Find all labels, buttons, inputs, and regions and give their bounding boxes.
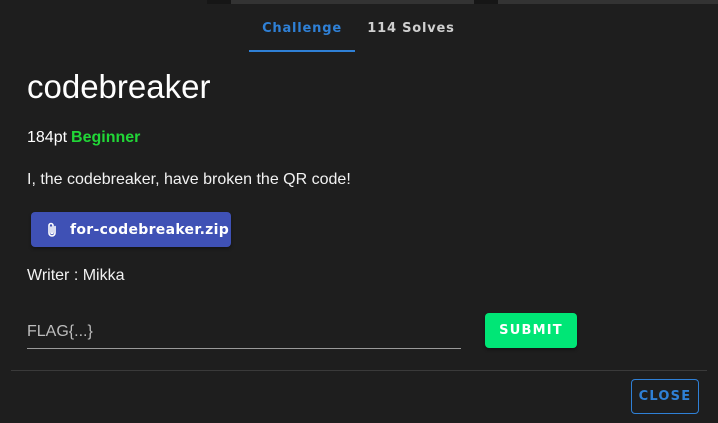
difficulty-badge: Beginner (71, 129, 141, 146)
paperclip-icon (45, 222, 59, 238)
backdrop-strip (498, 0, 718, 4)
dialog-divider (11, 370, 707, 371)
attachment-download-button[interactable]: for-codebreaker.zip (31, 212, 231, 247)
attachment-label: for-codebreaker.zip (70, 221, 230, 238)
flag-field (27, 316, 461, 349)
challenge-dialog: Challenge 114 Solves codebreaker 184pt Be… (0, 0, 718, 423)
tab-solves[interactable]: 114 Solves (355, 4, 467, 52)
close-button[interactable]: CLOSE (631, 379, 699, 414)
challenge-title: codebreaker (27, 68, 211, 105)
challenge-writer: Writer : Mikka (27, 267, 125, 284)
challenge-description: I, the codebreaker, have broken the QR c… (27, 171, 351, 188)
challenge-points: 184pt (27, 129, 68, 146)
challenge-meta: 184pt Beginner (27, 129, 140, 147)
tab-challenge[interactable]: Challenge (249, 4, 355, 52)
flag-input[interactable] (27, 316, 461, 348)
backdrop-strip (207, 0, 231, 4)
submit-button[interactable]: SUBMIT (485, 313, 577, 348)
backdrop-strip (474, 0, 498, 4)
dialog-tabs: Challenge 114 Solves (249, 4, 467, 52)
